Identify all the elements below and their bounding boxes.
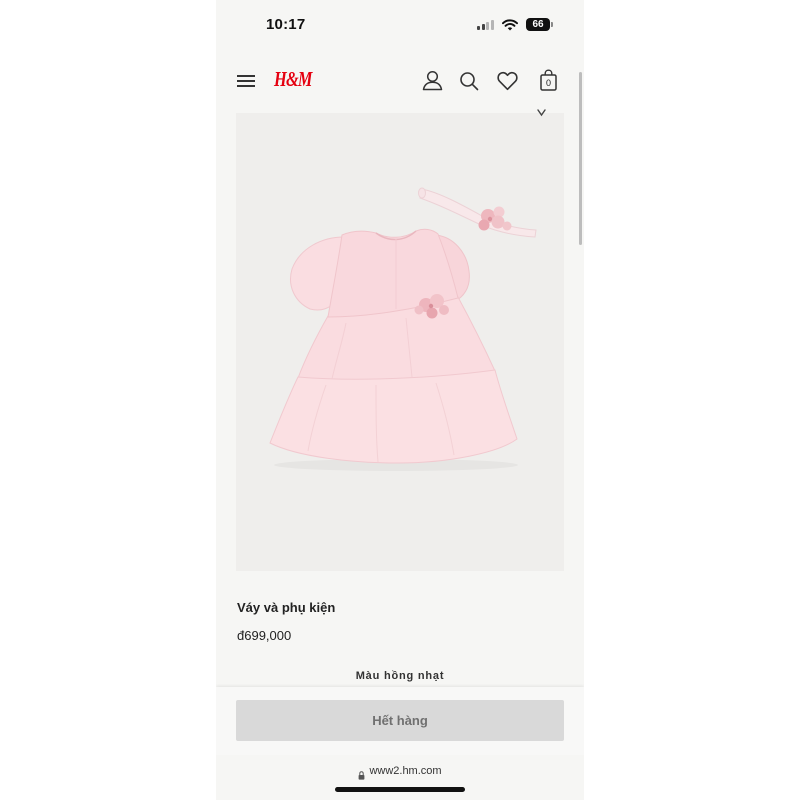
bag-icon[interactable]: 0	[540, 69, 557, 91]
address-bar[interactable]: www2.hm.com	[216, 765, 584, 780]
brand-logo[interactable]: H&M	[274, 67, 312, 92]
browser-bar: www2.hm.com	[216, 755, 584, 800]
bottom-action-bar: Hết hàng	[216, 687, 584, 755]
hamburger-icon[interactable]	[237, 75, 255, 87]
headband-flowers	[478, 206, 512, 231]
status-time: 10:17	[266, 16, 306, 33]
product-image[interactable]	[236, 113, 564, 571]
heart-icon[interactable]	[497, 71, 518, 91]
product-info: Váy và phụ kiện đ699,000 Màu hồng nhạt	[216, 590, 584, 685]
wifi-icon	[502, 18, 518, 31]
battery-icon: 66	[526, 18, 550, 31]
image-heart-icon[interactable]	[537, 104, 546, 117]
phone-screen: 10:17 66 H&M 0 Váy và phụ kiện đ699,000 …	[216, 0, 584, 800]
signal-icon	[477, 19, 494, 30]
product-price: đ699,000	[237, 628, 292, 643]
product-color: Màu hồng nhạt	[355, 670, 445, 682]
bag-count: 0	[545, 78, 551, 88]
headband	[418, 187, 537, 238]
user-icon[interactable]	[422, 70, 443, 91]
search-icon[interactable]	[459, 71, 479, 91]
dress	[269, 228, 518, 464]
site-header: H&M 0	[216, 58, 584, 104]
url-text: www2.hm.com	[369, 765, 442, 777]
status-bar: 10:17 66	[216, 0, 584, 48]
dress-illustration	[269, 187, 537, 464]
battery-level: 66	[532, 19, 544, 30]
home-indicator[interactable]	[335, 787, 465, 792]
battery-nub	[551, 22, 553, 27]
scrollbar[interactable]	[579, 72, 582, 245]
out-of-stock-button[interactable]: Hết hàng	[236, 700, 564, 741]
lock-icon	[358, 767, 365, 780]
product-name: Váy và phụ kiện	[237, 600, 336, 615]
